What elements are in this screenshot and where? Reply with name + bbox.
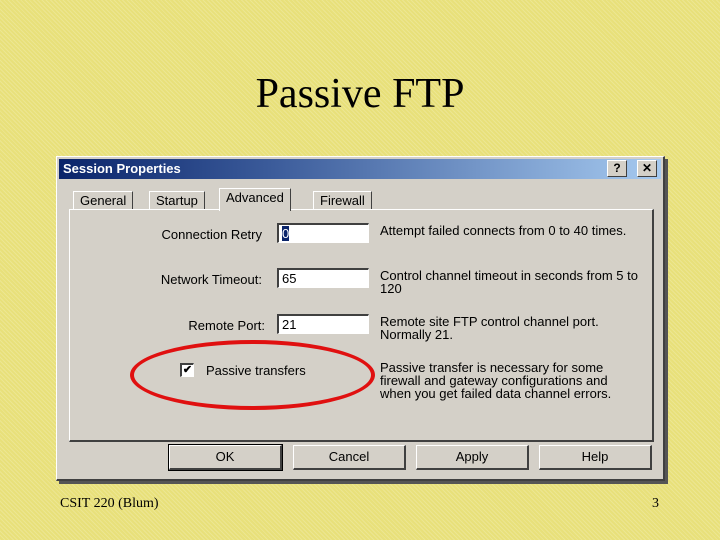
dialog-titlebar: Session Properties <box>59 159 661 179</box>
footer-course: CSIT 220 (Blum) <box>60 496 159 511</box>
network-timeout-description: Control channel timeout in seconds from … <box>380 268 638 296</box>
passive-transfers-description: Passive transfer is necessary for some f… <box>380 360 612 401</box>
dialog-title: Session Properties <box>63 161 181 176</box>
tab-general[interactable]: General <box>73 191 134 210</box>
network-timeout-label: Network Timeout: <box>160 272 262 287</box>
cancel-button[interactable]: Cancel <box>293 445 406 470</box>
help-button[interactable]: Help <box>539 445 652 470</box>
connection-retry-description: Attempt failed connects from 0 to 40 tim… <box>380 223 627 238</box>
close-icon[interactable]: ✕ <box>637 160 657 177</box>
apply-button[interactable]: Apply <box>416 445 529 470</box>
network-timeout-input[interactable]: 65 <box>277 268 369 288</box>
connection-retry-input[interactable]: 0 <box>277 223 369 243</box>
session-properties-dialog: Session Properties ? ✕ General Startup A… <box>56 156 665 481</box>
tab-startup[interactable]: Startup <box>149 191 205 210</box>
help-icon[interactable]: ? <box>607 160 627 177</box>
remote-port-input[interactable]: 21 <box>277 314 369 334</box>
tab-advanced[interactable]: Advanced <box>219 188 291 211</box>
remote-port-description: Remote site FTP control channel port. No… <box>380 314 599 342</box>
connection-retry-label: Connection Retry <box>161 227 262 242</box>
remote-port-label: Remote Port: <box>188 318 265 333</box>
ok-button[interactable]: OK <box>168 444 283 471</box>
tab-firewall[interactable]: Firewall <box>313 191 372 210</box>
highlight-ellipse <box>130 340 375 410</box>
slide-title: Passive FTP <box>255 71 465 117</box>
page-number: 3 <box>652 496 659 511</box>
